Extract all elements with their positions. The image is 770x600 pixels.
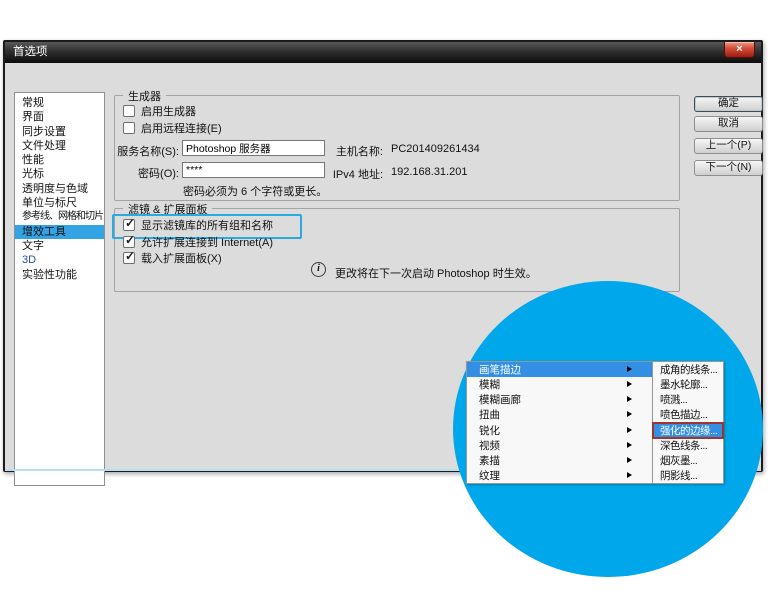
- load-extension-panels-checkbox[interactable]: ✓ 载入扩展面板(X): [123, 249, 222, 265]
- submenu-item-dark-strokes[interactable]: 深色线条...: [653, 438, 723, 453]
- menu-item-blur[interactable]: 模糊: [467, 377, 652, 392]
- submenu-item-label: 阴影线...: [660, 469, 698, 482]
- checkbox-checked[interactable]: ✓: [123, 233, 136, 248]
- menu-item-label: 锐化: [479, 424, 500, 437]
- submenu-item-accented-edges[interactable]: 强化的边缘...: [653, 422, 723, 438]
- menu-item-label: 模糊: [479, 379, 500, 392]
- sidebar-item-interface[interactable]: 界面: [15, 110, 104, 124]
- sidebar-item-general[interactable]: 常规: [15, 96, 104, 110]
- filters-group-title: 滤镜 & 扩展面板: [123, 201, 213, 217]
- page: 首选项 × 常规 界面 同步设置 文件处理 性能 光标 透明度与色域 单位与标尺…: [0, 0, 770, 600]
- show-filter-gallery-checkbox[interactable]: ✓ 显示滤镜库的所有组和名称: [123, 216, 273, 232]
- submenu-arrow-icon: [627, 426, 632, 433]
- submenu-item-label: 成角的线条...: [660, 364, 718, 377]
- generator-group: 生成器 启用生成器 启用远程连接(E) 服务名称(S): 密码(O): 密码必须…: [114, 88, 680, 201]
- menu-item-label: 扭曲: [479, 409, 500, 422]
- submenu-item-label: 喷色描边...: [660, 409, 708, 422]
- submenu-arrow-icon: [627, 441, 632, 448]
- submenu-item-label: 深色线条...: [660, 439, 708, 452]
- menu-item-sketch[interactable]: 素描: [467, 453, 652, 468]
- submenu-arrow-icon: [627, 456, 632, 463]
- sidebar-item-performance[interactable]: 性能: [15, 153, 104, 167]
- submenu-arrow-icon: [627, 396, 632, 403]
- ipv4-value: 192.168.31.201: [391, 166, 468, 178]
- generator-group-title: 生成器: [123, 88, 166, 104]
- checkbox-checked[interactable]: ✓: [123, 249, 136, 264]
- sidebar-item-plugins[interactable]: 增效工具: [15, 224, 104, 239]
- allow-extensions-label: 允许扩展连接到 Internet(A): [141, 237, 274, 249]
- checkbox-unchecked[interactable]: [123, 122, 135, 134]
- submenu-item-crosshatch[interactable]: 阴影线...: [653, 468, 723, 483]
- show-filter-gallery-label: 显示滤镜库的所有组和名称: [141, 220, 273, 232]
- enable-generator-label: 启用生成器: [141, 106, 196, 118]
- checkbox-checked[interactable]: ✓: [123, 216, 136, 231]
- menu-item-video[interactable]: 视频: [467, 438, 652, 453]
- menu-item-distort[interactable]: 扭曲: [467, 407, 652, 422]
- submenu-arrow-icon: [627, 471, 632, 478]
- filters-extensions-group: 滤镜 & 扩展面板 ✓ 显示滤镜库的所有组和名称 ✓ 允许扩展连接到 Inter…: [112, 201, 680, 292]
- submenu-arrow-icon: [627, 381, 632, 388]
- filter-menu: 画笔描边 模糊 模糊画廊 扭曲 锐化 视频 素描 纹理: [466, 361, 653, 484]
- sidebar-item-guides-grid-slices[interactable]: 参考线、网格和切片: [15, 210, 104, 224]
- password-label: 密码(O):: [138, 168, 179, 180]
- menu-item-sharpen[interactable]: 锐化: [467, 423, 652, 438]
- check-icon: ✓: [125, 233, 136, 247]
- dialog-title: 首选项: [13, 46, 48, 58]
- menu-item-label: 模糊画廊: [479, 394, 521, 407]
- password-hint: 密码必须为 6 个字符或更长。: [183, 186, 328, 198]
- submenu-item-angled-strokes[interactable]: 成角的线条...: [653, 362, 723, 377]
- submenu-item-sprayed-strokes[interactable]: 喷色描边...: [653, 407, 723, 422]
- check-icon: ✓: [125, 216, 136, 230]
- sidebar-item-file-handling[interactable]: 文件处理: [15, 139, 104, 153]
- restart-info-text: 更改将在下一次启动 Photoshop 时生效。: [335, 268, 537, 280]
- checkbox-unchecked[interactable]: [123, 105, 135, 117]
- host-name-label: 主机名称:: [335, 146, 383, 158]
- submenu-item-label: 强化的边缘...: [660, 424, 718, 437]
- cancel-button[interactable]: 取消: [694, 116, 763, 132]
- sidebar-item-sync-settings[interactable]: 同步设置: [15, 125, 104, 139]
- menu-item-label: 素描: [479, 454, 500, 467]
- sidebar-item-experimental-features[interactable]: 实验性功能: [15, 268, 104, 282]
- submenu-item-spatter[interactable]: 喷溅...: [653, 392, 723, 407]
- prev-button[interactable]: 上一个(P): [694, 138, 763, 154]
- ok-button[interactable]: 确定: [694, 96, 763, 112]
- submenu-arrow-icon: [627, 411, 632, 418]
- submenu-arrow-icon: [627, 366, 632, 373]
- sidebar-item-cursors[interactable]: 光标: [15, 167, 104, 181]
- enable-remote-checkbox[interactable]: 启用远程连接(E): [123, 121, 222, 135]
- submenu-item-label: 喷溅...: [660, 394, 688, 407]
- submenu-item-sumi-e[interactable]: 烟灰墨...: [653, 453, 723, 468]
- load-extension-panels-label: 载入扩展面板(X): [141, 253, 222, 265]
- submenu-item-label: 烟灰墨...: [660, 454, 698, 467]
- menu-item-label: 画笔描边: [479, 364, 521, 377]
- next-button[interactable]: 下一个(N): [694, 160, 763, 176]
- menu-item-brush-strokes[interactable]: 画笔描边: [467, 362, 652, 378]
- enable-generator-checkbox[interactable]: 启用生成器: [123, 104, 196, 118]
- title-bar[interactable]: 首选项 ×: [5, 42, 761, 63]
- sidebar-item-units-rulers[interactable]: 单位与标尺: [15, 196, 104, 210]
- sidebar-list: 常规 界面 同步设置 文件处理 性能 光标 透明度与色域 单位与标尺 参考线、网…: [14, 92, 105, 486]
- enable-remote-label: 启用远程连接(E): [141, 123, 222, 135]
- menu-item-label: 纹理: [479, 469, 500, 482]
- submenu-item-ink-outlines[interactable]: 墨水轮廓...: [653, 377, 723, 392]
- submenu-item-label: 墨水轮廓...: [660, 379, 708, 392]
- menu-item-texture[interactable]: 纹理: [467, 468, 652, 483]
- sidebar-item-type[interactable]: 文字: [15, 239, 104, 253]
- ipv4-label: IPv4 地址:: [332, 169, 383, 181]
- brush-strokes-submenu: 成角的线条... 墨水轮廓... 喷溅... 喷色描边... 强化的边缘... …: [652, 361, 724, 484]
- sidebar-item-3d[interactable]: 3D: [15, 253, 104, 267]
- host-name-value: PC201409261434: [391, 143, 480, 155]
- sidebar-item-transparency-gamut[interactable]: 透明度与色域: [15, 182, 104, 196]
- allow-extensions-checkbox[interactable]: ✓ 允许扩展连接到 Internet(A): [123, 233, 274, 249]
- info-icon: i: [311, 262, 326, 277]
- menu-item-blur-gallery[interactable]: 模糊画廊: [467, 392, 652, 407]
- service-name-label: 服务名称(S):: [117, 146, 179, 158]
- menu-item-label: 视频: [479, 439, 500, 452]
- check-icon: ✓: [125, 249, 136, 263]
- close-icon[interactable]: ×: [724, 42, 755, 58]
